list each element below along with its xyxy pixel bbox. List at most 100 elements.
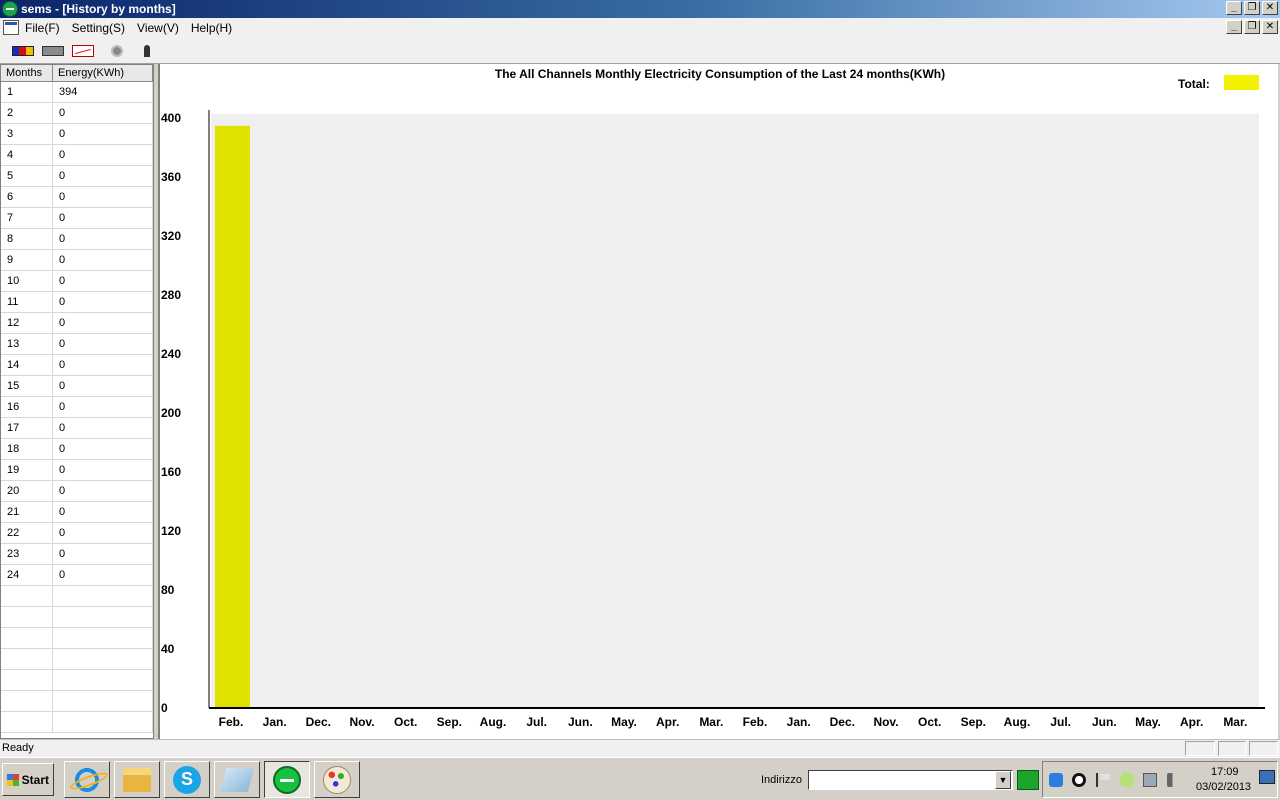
settings-gear-icon[interactable]	[111, 45, 123, 57]
month-cell: 15	[1, 376, 53, 396]
minimize-icon[interactable]: _	[1226, 1, 1242, 15]
x-tick-label: Jun.	[1092, 715, 1117, 729]
table-row[interactable]: 23 0	[1, 544, 153, 565]
empty-cell	[53, 670, 153, 690]
windows-logo-icon	[7, 774, 19, 786]
document-icon[interactable]	[3, 20, 19, 35]
table-row[interactable]: 16 0	[1, 397, 153, 418]
month-cell: 17	[1, 418, 53, 438]
energy-cell: 0	[53, 460, 153, 480]
restore-icon[interactable]: ❐	[1244, 1, 1260, 15]
legend-label: Total:	[1178, 77, 1210, 91]
energy-cell: 0	[53, 397, 153, 417]
taskbar-sems[interactable]	[264, 761, 310, 798]
child-minimize-icon[interactable]: _	[1226, 20, 1242, 34]
menu-setting[interactable]: Setting(S)	[72, 21, 125, 35]
month-cell: 11	[1, 292, 53, 312]
column-header-months[interactable]: Months	[1, 65, 53, 81]
x-tick-label: Feb.	[743, 715, 768, 729]
empty-table-row	[1, 649, 153, 670]
month-cell: 8	[1, 229, 53, 249]
empty-cell	[53, 607, 153, 627]
table-row[interactable]: 10 0	[1, 271, 153, 292]
close-icon[interactable]: ✕	[1262, 1, 1278, 15]
table-row[interactable]: 20	[1, 103, 153, 124]
table-row[interactable]: 1 394	[1, 82, 153, 103]
taskbar-skype[interactable]	[164, 761, 210, 798]
table-row[interactable]: 24 0	[1, 565, 153, 586]
network-icon[interactable]	[1143, 773, 1157, 787]
table-row[interactable]: 30	[1, 124, 153, 145]
x-tick-label: Jul.	[1050, 715, 1071, 729]
months-table[interactable]: Months Energy(KWh) 1 394 2 0 3 0 4 0 5 0 6 0 7 0 8 0 9 0 1…	[0, 64, 154, 739]
taskbar-internet-explorer[interactable]	[64, 761, 110, 798]
address-input[interactable]	[808, 770, 1013, 790]
taskbar-paint[interactable]	[314, 761, 360, 798]
realtime-chart-icon[interactable]	[12, 46, 34, 56]
table-row[interactable]: 60	[1, 187, 153, 208]
volume-icon[interactable]	[1167, 773, 1181, 787]
table-row[interactable]: 18 0	[1, 439, 153, 460]
table-row[interactable]: 15 0	[1, 376, 153, 397]
clock-date[interactable]: 03/02/2013	[1196, 781, 1251, 793]
table-row[interactable]: 22 0	[1, 523, 153, 544]
month-cell: 9	[1, 250, 53, 270]
taskbar-file-explorer[interactable]	[114, 761, 160, 798]
table-row[interactable]: 50	[1, 166, 153, 187]
report-chart-icon[interactable]	[72, 45, 94, 57]
status-pane	[1218, 741, 1246, 756]
month-cell: 7	[1, 208, 53, 228]
panda-antivirus-icon[interactable]	[1072, 773, 1086, 787]
show-desktop-icon[interactable]	[1259, 770, 1275, 784]
energy-cell: 0	[53, 376, 153, 396]
clock-time[interactable]: 17:09	[1211, 766, 1239, 778]
go-arrow-icon[interactable]	[1017, 770, 1039, 790]
taskbar-notepad[interactable]	[214, 761, 260, 798]
energy-cell: 0	[53, 187, 153, 207]
table-row[interactable]: 12 0	[1, 313, 153, 334]
start-button[interactable]: Start	[2, 763, 54, 796]
empty-cell	[1, 649, 53, 669]
y-tick-label: 280	[161, 288, 181, 302]
help-pin-icon[interactable]	[144, 45, 150, 57]
action-center-flag-icon[interactable]	[1096, 773, 1110, 787]
table-row[interactable]: 80	[1, 229, 153, 250]
child-close-icon[interactable]: ✕	[1262, 20, 1278, 34]
energy-cell: 0	[53, 313, 153, 333]
y-tick-label: 80	[161, 583, 175, 597]
table-row[interactable]: 19 0	[1, 460, 153, 481]
month-cell: 5	[1, 166, 53, 186]
menu-file[interactable]: File(F)	[25, 21, 60, 35]
table-row[interactable]: 14 0	[1, 355, 153, 376]
history-icon[interactable]	[42, 46, 64, 56]
table-row[interactable]: 40	[1, 145, 153, 166]
y-tick-label: 0	[161, 701, 168, 715]
column-header-energy[interactable]: Energy(KWh)	[53, 65, 153, 81]
notepad-icon	[219, 768, 255, 792]
month-cell: 16	[1, 397, 53, 417]
empty-cell	[1, 691, 53, 711]
table-row[interactable]: 21 0	[1, 502, 153, 523]
y-tick-label: 400	[161, 111, 181, 125]
month-cell: 23	[1, 544, 53, 564]
energy-cell: 394	[53, 82, 153, 102]
table-row[interactable]: 90	[1, 250, 153, 271]
menu-help[interactable]: Help(H)	[191, 21, 232, 35]
month-cell: 22	[1, 523, 53, 543]
table-row[interactable]: 17 0	[1, 418, 153, 439]
energy-cell: 0	[53, 334, 153, 354]
x-tick-label: Aug.	[480, 715, 507, 729]
green-tray-icon[interactable]	[1118, 771, 1136, 789]
empty-table-row	[1, 691, 153, 712]
start-label: Start	[21, 772, 49, 787]
month-cell: 12	[1, 313, 53, 333]
table-row[interactable]: 20 0	[1, 481, 153, 502]
table-row[interactable]: 70	[1, 208, 153, 229]
menu-view[interactable]: View(V)	[137, 21, 179, 35]
chevron-down-icon[interactable]: ▼	[995, 771, 1011, 789]
teamviewer-icon[interactable]	[1049, 773, 1063, 787]
child-restore-icon[interactable]: ❐	[1244, 20, 1260, 34]
table-row[interactable]: 13 0	[1, 334, 153, 355]
month-cell: 13	[1, 334, 53, 354]
table-row[interactable]: 11 0	[1, 292, 153, 313]
